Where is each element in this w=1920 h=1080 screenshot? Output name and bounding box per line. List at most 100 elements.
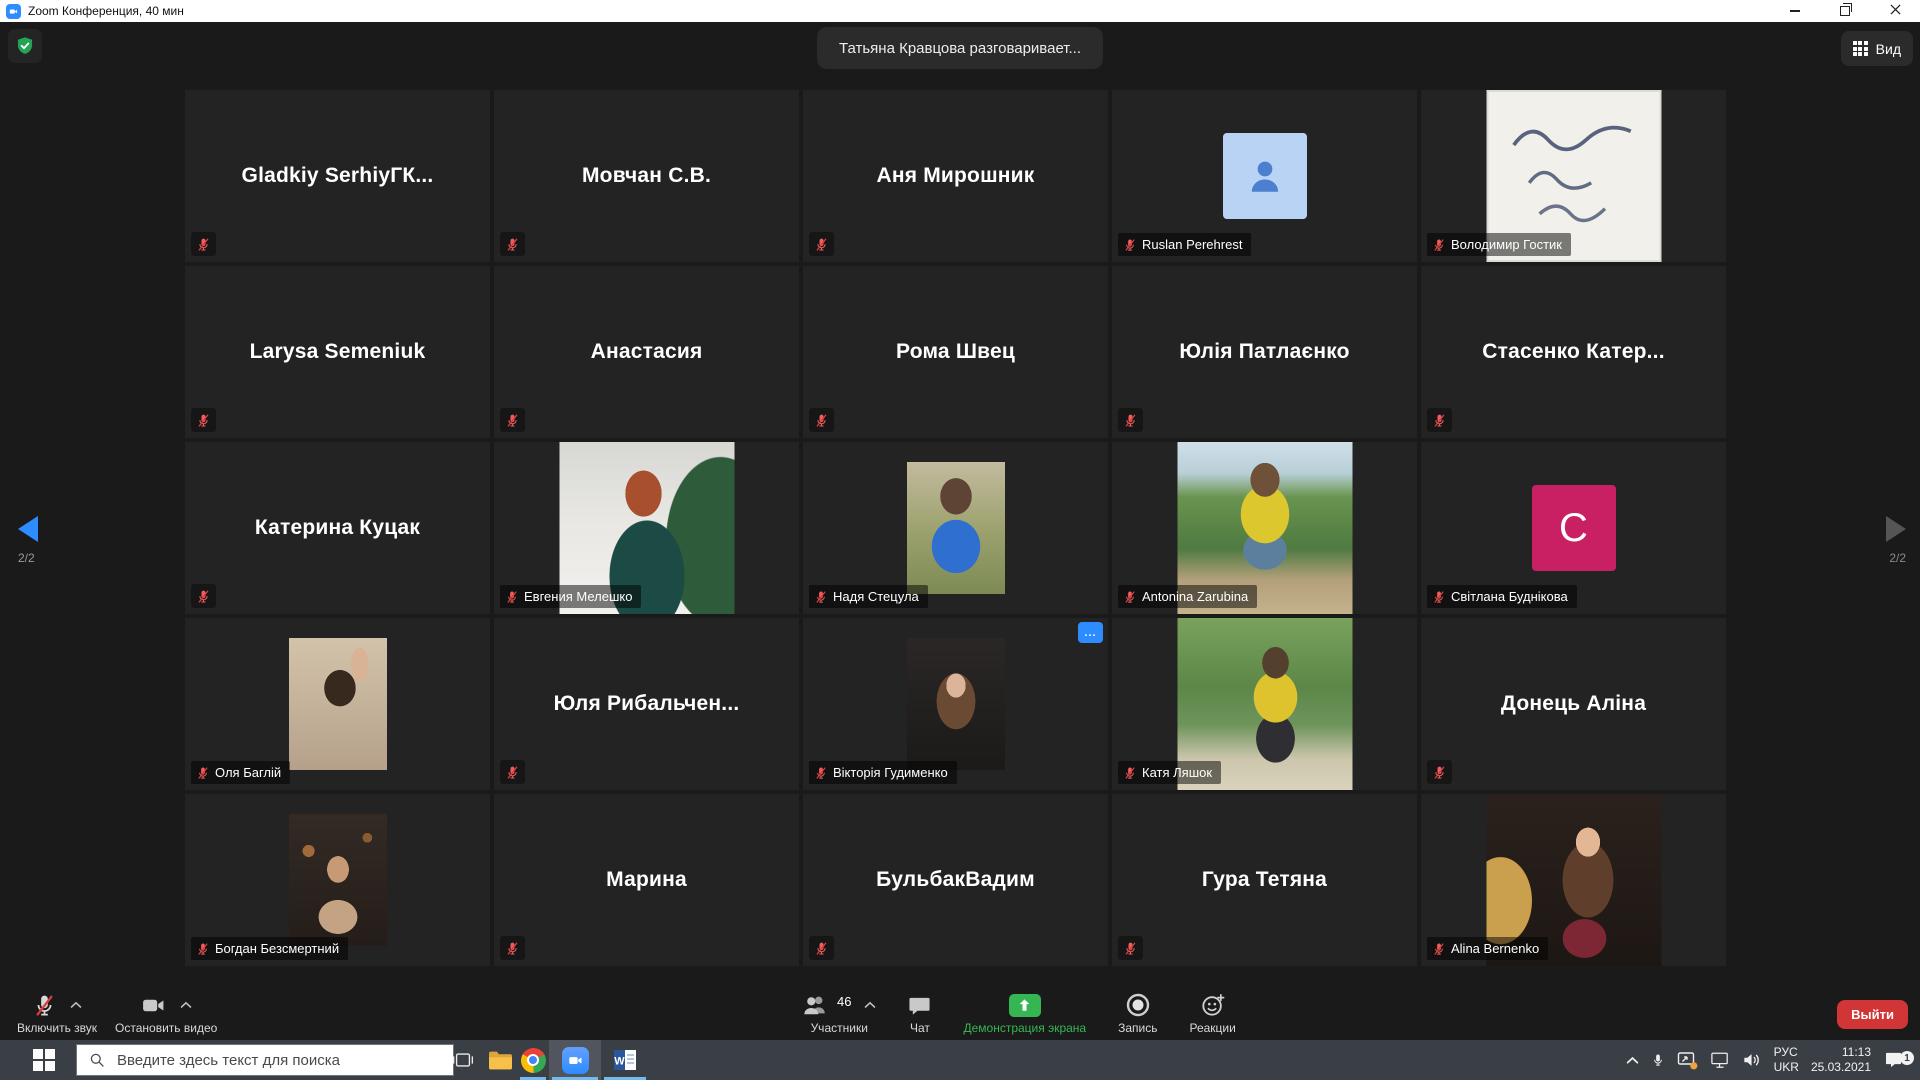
participant-tile[interactable]: Стасенко Катер... [1421,266,1726,438]
zoom-icon [562,1047,589,1074]
tray-volume-button[interactable] [1736,1051,1768,1069]
participant-tile[interactable]: Gladkiy SerhiyГК... [185,90,490,262]
network-icon [1710,1051,1730,1069]
participant-tile[interactable]: Юля Рибальчен... [494,618,799,790]
meeting-toolbar: Включить звук Остановить видео 46 [0,985,1920,1040]
search-input[interactable] [115,1051,453,1070]
participant-tile[interactable]: Катя Ляшок [1112,618,1417,790]
window-title: Zoom Конференция, 40 мин [28,4,184,18]
participant-tile[interactable]: Larysa Semeniuk [185,266,490,438]
view-button[interactable]: Вид [1841,31,1913,66]
close-icon [1890,2,1901,20]
muted-mic-icon [191,584,216,608]
participant-tile[interactable]: БульбакВадим [803,794,1108,966]
chrome-button[interactable] [517,1040,549,1080]
participant-name: Юлія Патлаєнко [1112,266,1417,438]
participant-name: Gladkiy SerhiyГК... [185,90,490,262]
word-button[interactable]: W [601,1040,649,1080]
tray-share-button[interactable] [1671,1050,1704,1070]
participant-tile[interactable]: Володимир Гостик [1421,90,1726,262]
tray-expand-button[interactable] [1620,1056,1645,1065]
participant-tile[interactable]: Аня Мирошник [803,90,1108,262]
language-primary: РУС [1774,1045,1799,1060]
participant-tile[interactable]: Катерина Куцак [185,442,490,614]
participant-tile[interactable]: Гура Тетяна [1112,794,1417,966]
file-explorer-button[interactable] [483,1040,517,1080]
participant-tile[interactable]: Ruslan Perehrest [1112,90,1417,262]
minimize-button[interactable] [1770,0,1820,22]
muted-mic-icon [191,232,216,256]
participant-tile[interactable]: Рома Швец [803,266,1108,438]
muted-mic-icon [1118,408,1143,432]
participant-tile[interactable]: C Світлана Буднікова [1421,442,1726,614]
tile-menu-button[interactable]: ... [1078,622,1103,643]
participant-video [907,462,1005,594]
notification-center-button[interactable]: 1 [1877,1050,1914,1070]
participant-tile[interactable]: Богдан Безсмертний [185,794,490,966]
participant-tile[interactable]: Евгения Мелешко [494,442,799,614]
avatar: C [1532,485,1616,571]
restore-button[interactable] [1820,0,1870,22]
restore-icon [1840,6,1850,16]
task-view-button[interactable] [445,1040,481,1080]
stop-video-button[interactable]: Остановить видео [106,987,226,1035]
language-switcher[interactable]: РУС UKR [1768,1045,1805,1075]
leave-button[interactable]: Выйти [1837,1000,1908,1029]
participant-tile[interactable]: ... Вікторія Гудименко [803,618,1108,790]
prev-page-button[interactable]: 2/2 [18,516,62,565]
participant-tile[interactable]: Надя Стецула [803,442,1108,614]
participants-chevron[interactable] [864,1001,876,1009]
security-shield-button[interactable] [8,29,42,63]
page-indicator: 2/2 [1862,551,1906,565]
unmute-button[interactable]: Включить звук [8,987,106,1035]
participant-tile[interactable]: Antonina Zarubina [1112,442,1417,614]
muted-mic-icon [1123,766,1137,780]
windows-taskbar: W [0,1040,1920,1080]
start-button[interactable] [16,1040,72,1080]
camera-icon [140,993,167,1018]
name-label: Світлана Буднікова [1427,585,1577,608]
participants-button[interactable]: 46 Участники [793,987,885,1035]
muted-mic-icon [814,590,828,604]
participant-tile[interactable]: Юлія Патлаєнко [1112,266,1417,438]
close-button[interactable] [1870,0,1920,22]
windows-logo-icon [33,1049,55,1071]
muted-mic-icon [1123,590,1137,604]
speaker-icon [1742,1051,1762,1069]
muted-mic-icon [32,993,57,1018]
chat-icon [908,994,931,1017]
tray-mic-button[interactable] [1645,1051,1671,1069]
participant-tile[interactable]: Донець Аліна [1421,618,1726,790]
muted-mic-icon [814,766,828,780]
participant-name: Вікторія Гудименко [833,765,948,780]
next-page-button[interactable]: 2/2 [1862,516,1906,565]
date: 25.03.2021 [1811,1060,1871,1075]
tray-network-button[interactable] [1704,1051,1736,1069]
participant-tile[interactable]: Оля Баглій [185,618,490,790]
zoom-taskbar-button[interactable] [549,1040,601,1080]
audio-options-chevron[interactable] [70,1001,82,1009]
participant-name: Анастасия [494,266,799,438]
record-button[interactable]: Запись [1109,987,1166,1035]
participant-tile[interactable]: Alina Bernenko [1421,794,1726,966]
muted-mic-icon [500,760,525,784]
window-controls [1770,0,1920,22]
muted-mic-icon [1427,408,1452,432]
video-options-chevron[interactable] [180,1001,192,1009]
clock[interactable]: 11:13 25.03.2021 [1805,1045,1877,1075]
reactions-button[interactable]: Реакции [1180,987,1244,1035]
name-label: Надя Стецула [809,585,928,608]
audio-video-controls: Включить звук Остановить видео [8,987,226,1035]
share-screen-icon [1009,994,1041,1017]
name-label: Володимир Гостик [1427,233,1571,256]
share-screen-button[interactable]: Демонстрация экрана [954,987,1095,1035]
word-icon: W [612,1048,638,1072]
participant-tile[interactable]: Анастасия [494,266,799,438]
participant-tile[interactable]: Мовчан С.В. [494,90,799,262]
taskbar-search[interactable] [76,1044,454,1076]
participant-tile[interactable]: Марина [494,794,799,966]
language-secondary: UKR [1774,1060,1799,1075]
chat-button[interactable]: Чат [899,987,940,1035]
meeting-actions: 46 Участники Чат Демон [793,987,1245,1035]
muted-mic-icon [196,766,210,780]
